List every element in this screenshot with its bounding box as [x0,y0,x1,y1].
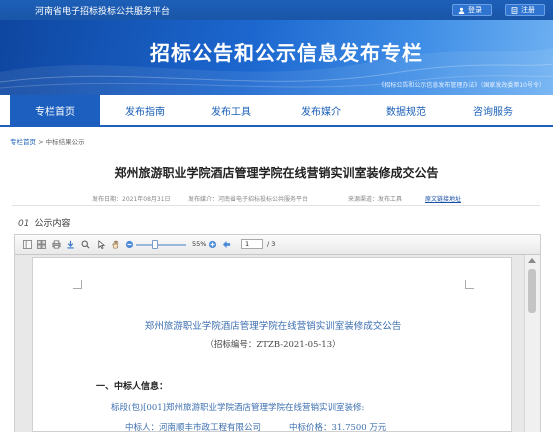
login-label: 登录 [468,6,482,14]
doc-tender-code: （招标编号：ZTZB-2021-05-13） [205,340,341,350]
zoom-out-icon[interactable] [125,240,134,249]
divider [12,205,540,206]
pdf-scrollbar[interactable] [524,255,540,432]
print-icon[interactable] [52,240,61,249]
page-corner-mark [73,280,82,289]
publish-date: 发布日期：2021年08月31日 [92,196,171,203]
section-label: 公示内容 [34,219,71,229]
scroll-up-arrow-icon[interactable] [528,258,536,263]
page-corner-mark [465,280,474,289]
login-button[interactable]: 登录 [452,4,492,16]
tab-data-spec[interactable]: 数据规范 [361,95,451,125]
breadcrumb-separator: > [36,138,46,146]
breadcrumb-current: 中标结果公示 [45,138,85,146]
doc-winner-row: 中标人：河南顺丰市政工程有限公司 中标价格：31.7500 万元 [125,421,386,432]
user-icon [458,7,465,14]
tab-guide[interactable]: 发布指南 [100,95,190,125]
top-bar: 河南省电子招标投标公共服务平台 登录 注册 [0,0,553,20]
hand-tool-icon[interactable] [111,240,120,249]
breadcrumb-home[interactable]: 专栏首页 [10,138,36,146]
register-button[interactable]: 注册 [505,4,545,16]
register-icon [511,6,518,14]
publish-media: 发布媒介：河南省电子招标投标公共服务平台 [188,196,309,203]
regulation-notice[interactable]: 《招标公告和公示信息发布管理办法》（国家发改委第10号令） [378,80,545,89]
section-number: 01 [18,219,30,229]
pdf-toolbar: 55% 1 / 3 [15,235,540,255]
page-number-input[interactable]: 1 [241,239,263,249]
tab-tools[interactable]: 发布工具 [186,95,276,125]
tab-media[interactable]: 发布媒介 [276,95,366,125]
zoom-slider[interactable] [136,244,186,246]
zoom-in-icon[interactable] [208,240,217,249]
register-label: 注册 [521,6,535,14]
doc-title: 郑州旅游职业学院酒店管理学院在线营销实训室装修成交公告 [144,321,402,332]
download-icon[interactable] [66,240,75,249]
original-link[interactable]: 原文链接地址 [425,194,461,203]
platform-title: 河南省电子招标投标公共服务平台 [35,7,171,17]
page-title: 郑州旅游职业学院酒店管理学院在线营销实训室装修成交公告 [114,166,439,180]
doc-lot-line: 标段(包)[001]郑州旅游职业学院酒店管理学院在线营销实训室装修: [111,403,365,413]
tab-home[interactable]: 专栏首页 [10,95,100,125]
select-tool-icon[interactable] [97,240,106,249]
tab-consult[interactable]: 咨询服务 [448,95,538,125]
doc-section-heading: 一、中标人信息： [96,382,169,392]
prev-page-icon[interactable] [222,240,231,249]
pdf-viewer: 55% 1 / 3 郑州旅游职业学院酒店管理学院在线营销实训室装修成交公告 （招… [14,234,541,432]
main-nav: 专栏首页 发布指南 发布工具 发布媒介 数据规范 咨询服务 [0,95,553,127]
thumbnail-icon[interactable] [37,240,46,249]
source-channel: 来源渠道：发布工具 [348,196,403,203]
zoom-slider-handle[interactable] [152,240,158,249]
zoom-level[interactable]: 55% [192,240,206,248]
sidebar-toggle-icon[interactable] [23,240,32,249]
banner-heading: 招标公告和公示信息发布专栏 [150,41,423,65]
section-heading: 01 公示内容 [18,216,70,229]
pdf-page: 郑州旅游职业学院酒店管理学院在线营销实训室装修成交公告 （招标编号：ZTZB-2… [32,257,512,432]
breadcrumb: 专栏首页 > 中标结果公示 [10,136,85,146]
page-total: / 3 [267,240,276,248]
search-icon[interactable] [81,240,90,249]
scrollbar-thumb[interactable] [528,269,536,313]
banner: 招标公告和公示信息发布专栏 《招标公告和公示信息发布管理办法》（国家发改委第10… [0,20,553,95]
